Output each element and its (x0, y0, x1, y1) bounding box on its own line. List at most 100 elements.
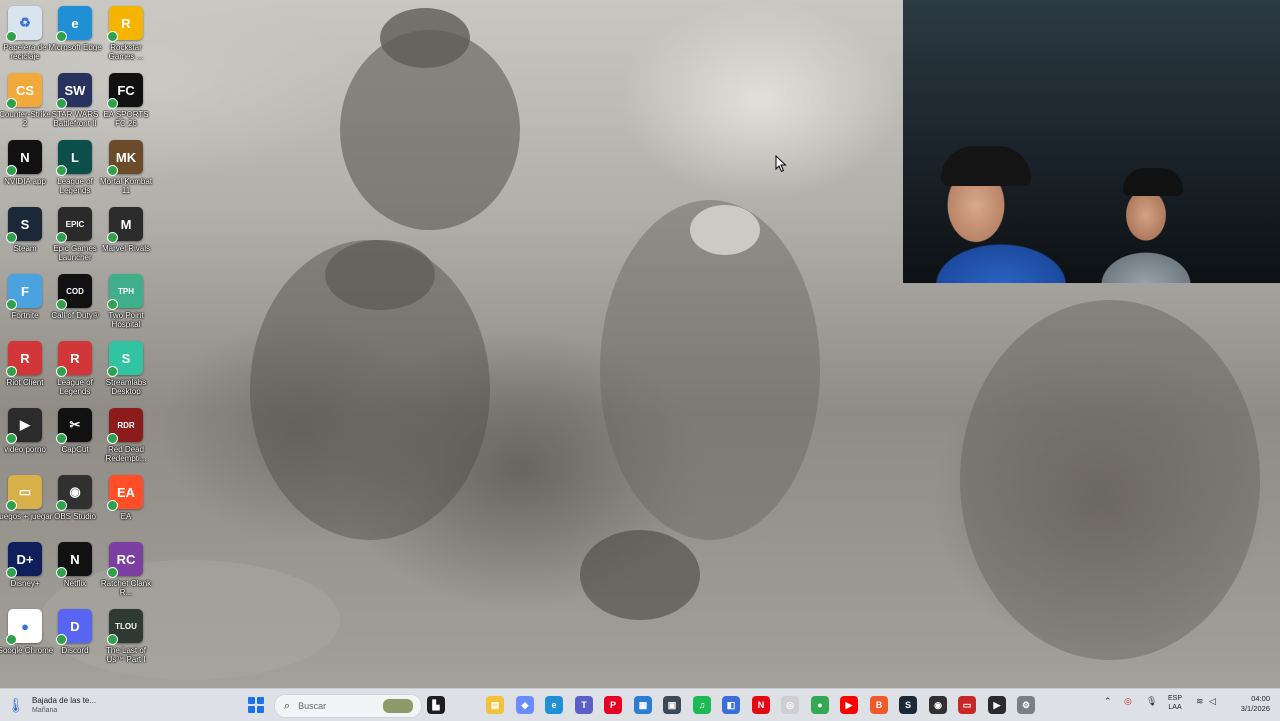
rockstar-icon: R (107, 6, 143, 42)
desktop-icon[interactable]: N NVIDIA app (0, 140, 50, 186)
desktop-icon-label: Ratchet Clank R... (100, 579, 152, 597)
sync-check-icon (107, 634, 118, 645)
desktop-icon[interactable]: N Netflix (50, 542, 100, 588)
desktop-icon-label: Red Dead Redempti... (105, 445, 147, 463)
language-indicator[interactable]: ESP LAA (1168, 694, 1182, 712)
windows-logo-pane (248, 706, 255, 713)
mortal-kombat-icon: MK (107, 140, 143, 176)
sync-check-icon (107, 366, 118, 377)
app-blue-icon[interactable]: ◧ (722, 696, 740, 714)
wifi-icon[interactable]: ≋ (1196, 696, 1204, 707)
desktop-icon[interactable]: EA EA (101, 475, 151, 521)
chrome-taskbar-icon[interactable]: ● (811, 696, 829, 714)
obs-taskbar-icon[interactable]: ◉ (929, 696, 947, 714)
youtube-icon[interactable]: ▶ (840, 696, 858, 714)
two-point-hospital-icon: TPH (107, 274, 143, 310)
tv-app-icon[interactable]: ▭ (958, 696, 976, 714)
desktop-icon[interactable]: D Discord (50, 609, 100, 655)
steam-taskbar-icon[interactable]: S (899, 696, 917, 714)
sync-check-icon (56, 98, 67, 109)
recycle-bin-icon: ♻ (6, 6, 42, 42)
windows-logo-pane (248, 697, 255, 704)
show-hidden-icons-icon[interactable]: ⌃ (1104, 696, 1112, 707)
desktop-icon[interactable]: FC EA SPORTS FC 26 (101, 73, 151, 128)
media-player-icon[interactable]: ▶ (988, 696, 1006, 714)
desktop-icon[interactable]: ✂ CapCut (50, 408, 100, 454)
spotify-icon[interactable]: ♫ (693, 696, 711, 714)
desktop-icon[interactable]: F Fortnite (0, 274, 50, 320)
chrome-icon: ● (6, 609, 42, 645)
desktop-icon[interactable]: M Marvel Rivals (101, 207, 151, 253)
goat-app-icon[interactable]: ◎ (781, 696, 799, 714)
weather-widget[interactable]: 🌡 Bajada de las te... Mañana (7, 692, 148, 718)
sync-check-icon (107, 500, 118, 511)
volume-icon[interactable]: ◁ (1209, 696, 1216, 707)
brave-icon[interactable]: B (870, 696, 888, 714)
desktop-icon[interactable]: D+ Disney+ (0, 542, 50, 588)
desktop-icon-label: CapCut (61, 445, 89, 454)
desktop-icon[interactable]: R Riot Client (0, 341, 50, 387)
obs-icon: ◉ (56, 475, 92, 511)
tray-app-icon[interactable]: ◎ (1124, 696, 1132, 707)
desktop-icon[interactable]: TLOU The Last of Us™ Part I (101, 609, 151, 664)
desktop-icon[interactable]: ▭ juegos + juegar (0, 475, 52, 521)
desktop-icon[interactable]: ▶ video porno (0, 408, 50, 454)
epic-games-icon: EPIC (56, 207, 92, 243)
desktop-icon[interactable]: L League of Legends (50, 140, 100, 195)
task-view-icon[interactable]: ▙ (427, 696, 445, 714)
taskbar-search-box[interactable]: ⌕ Buscar (274, 694, 422, 718)
desktop-icon[interactable]: ◉ OBS Studio (50, 475, 100, 521)
desktop-icon-label: EA SPORTS FC 26 (103, 110, 149, 128)
ea-fc-icon: FC (107, 73, 143, 109)
netflix-taskbar-icon[interactable]: N (752, 696, 770, 714)
clock-time: 04:00 (1251, 694, 1270, 703)
desktop-icon[interactable]: RDR Red Dead Redempti... (101, 408, 151, 463)
sync-check-icon (56, 634, 67, 645)
search-highlight-image (383, 699, 413, 713)
clock-date: 3/1/2026 (1240, 704, 1270, 713)
settings-icon[interactable]: ⚙ (1017, 696, 1035, 714)
photo-app-icon[interactable]: ▣ (663, 696, 681, 714)
desktop-icon[interactable]: ● Google Chrome (0, 609, 53, 655)
webcam-person-2-hair (1123, 168, 1183, 196)
start-button[interactable] (248, 697, 264, 713)
netflix-icon: N (56, 542, 92, 578)
desktop-icon-label: OBS Studio (54, 512, 96, 521)
desktop-icon[interactable]: S Streamlabs Desktop (101, 341, 151, 396)
store-icon[interactable]: ▦ (634, 696, 652, 714)
sync-check-icon (107, 232, 118, 243)
desktop-icon[interactable]: S Steam (0, 207, 50, 253)
desktop-icon[interactable]: SW STAR WARS Battlefront II (50, 73, 100, 128)
sync-check-icon (6, 366, 17, 377)
desktop-icon[interactable]: ♻ Papelera de reciclaje (0, 6, 50, 61)
edge-taskbar-icon[interactable]: e (545, 696, 563, 714)
sync-check-icon (6, 98, 17, 109)
teams-icon[interactable]: T (575, 696, 593, 714)
desktop-icon[interactable]: R League of Legends (50, 341, 100, 396)
sync-check-icon (6, 634, 17, 645)
desktop-icon[interactable]: COD Call of Duty® (50, 274, 100, 320)
desktop-icon[interactable]: CS Counter-Strike 2 (0, 73, 51, 128)
discord-icon: D (56, 609, 92, 645)
sync-check-icon (6, 232, 17, 243)
video-icon: ▶ (6, 408, 42, 444)
desktop-icon[interactable]: TPH Two Point Hospital (101, 274, 151, 329)
copilot-icon[interactable]: ◆ (516, 696, 534, 714)
microphone-icon[interactable]: 🎙 (1146, 696, 1157, 707)
desktop-icon-label: EA (120, 512, 132, 521)
desktop-icon[interactable]: R Rockstar Games ... (101, 6, 151, 61)
sync-check-icon (56, 567, 67, 578)
desktop-icon[interactable]: MK Mortal Kombat 11 (100, 140, 152, 195)
sync-check-icon (6, 31, 17, 42)
sync-check-icon (6, 500, 17, 511)
pinterest-icon[interactable]: P (604, 696, 622, 714)
desktop-icon[interactable]: EPIC Epic Games Launcher (50, 207, 100, 262)
sync-check-icon (6, 165, 17, 176)
taskbar-clock[interactable]: 04:00 3/1/2026 (1228, 694, 1270, 714)
file-explorer-icon[interactable]: ▤ (486, 696, 504, 714)
desktop-icon[interactable]: e Microsoft Edge (48, 6, 102, 52)
desktop-icon-label: Epic Games Launcher (53, 244, 97, 262)
desktop-icon[interactable]: RC Ratchet Clank R... (101, 542, 151, 597)
windows-logo-pane (257, 697, 264, 704)
desktop-icon-label: Call of Duty® (51, 311, 99, 320)
